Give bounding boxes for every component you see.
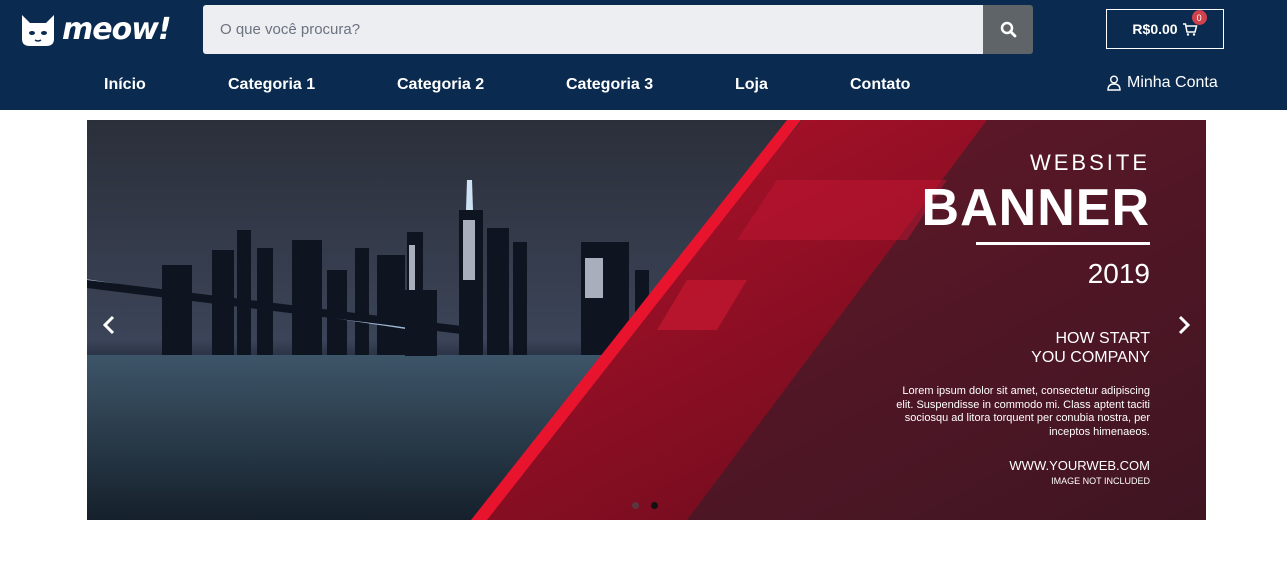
cat-logo-icon — [22, 15, 54, 46]
carousel-dots — [632, 502, 658, 509]
carousel-dot-2[interactable] — [651, 502, 658, 509]
banner-title: BANNER — [921, 179, 1150, 237]
search-icon — [1000, 21, 1016, 38]
banner-divider — [976, 242, 1150, 245]
carousel-next-button[interactable] — [1168, 310, 1198, 340]
account-link[interactable]: Minha Conta — [1107, 74, 1218, 92]
nav-item-inicio[interactable]: Início — [104, 76, 146, 94]
cart-total: R$0.00 — [1132, 21, 1178, 37]
header: meow! R$0.00 0 Início Categoria 1 Catego… — [0, 0, 1287, 110]
banner-website-text: WEBSITE — [1029, 150, 1150, 175]
banner-url: WWW.YOURWEB.COM — [1009, 458, 1150, 473]
nav-item-contato[interactable]: Contato — [850, 76, 910, 94]
banner-subtitle: HOW START YOU COMPANY — [1031, 329, 1150, 367]
carousel-dot-1[interactable] — [632, 502, 639, 509]
cart-button[interactable]: R$0.00 0 — [1106, 9, 1224, 49]
banner-body-text: Lorem ipsum dolor sit amet, consectetur … — [896, 385, 1150, 438]
cart-icon-wrap: 0 — [1182, 10, 1207, 37]
banner-subtitle-line1: HOW START — [1055, 330, 1150, 347]
cart-count-badge: 0 — [1191, 10, 1207, 25]
nav-item-categoria-3[interactable]: Categoria 3 — [566, 76, 653, 94]
hero-banner: WEBSITE BANNER 2019 HOW START YOU COMPAN… — [87, 120, 1206, 520]
search-bar — [203, 5, 1033, 54]
chevron-right-icon — [1178, 315, 1191, 335]
nav-item-categoria-2[interactable]: Categoria 2 — [397, 76, 484, 94]
chevron-left-icon — [102, 315, 115, 335]
main-nav: Início Categoria 1 Categoria 2 Categoria… — [0, 76, 1287, 96]
account-label: Minha Conta — [1127, 74, 1218, 91]
nav-item-categoria-1[interactable]: Categoria 1 — [228, 76, 315, 94]
carousel-prev-button[interactable] — [95, 310, 125, 340]
nav-item-loja[interactable]: Loja — [735, 76, 768, 94]
search-button[interactable] — [983, 5, 1033, 54]
search-input[interactable] — [203, 5, 983, 54]
banner-note: IMAGE NOT INCLUDED — [1051, 476, 1150, 486]
banner-year: 2019 — [1087, 258, 1150, 289]
logo[interactable]: meow! — [18, 8, 178, 50]
brand-name: meow! — [62, 11, 172, 47]
user-icon — [1107, 75, 1121, 91]
banner-subtitle-line2: YOU COMPANY — [1031, 349, 1150, 366]
